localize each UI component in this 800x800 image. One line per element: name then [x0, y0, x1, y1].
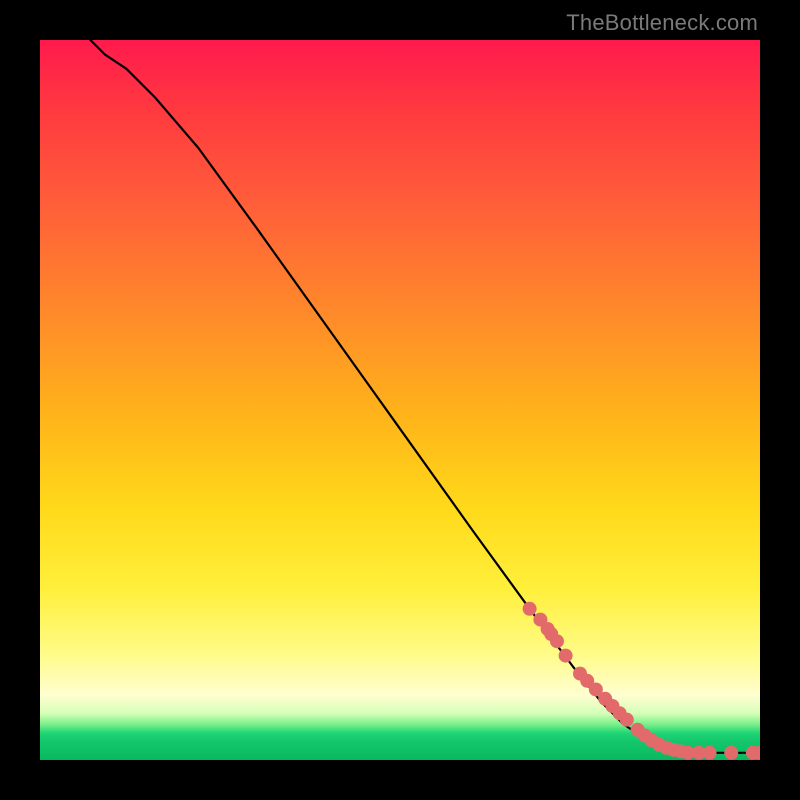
curve-line [90, 40, 760, 753]
marker-point [724, 746, 738, 760]
marker-point [620, 713, 634, 727]
plot-area [40, 40, 760, 760]
marker-point [523, 602, 537, 616]
marker-point [559, 649, 573, 663]
watermark-text: TheBottleneck.com [566, 10, 758, 36]
marker-point [703, 746, 717, 760]
chart-frame: TheBottleneck.com [0, 0, 800, 800]
marker-points [523, 602, 760, 760]
curve-path [90, 40, 760, 753]
marker-point [550, 634, 564, 648]
chart-svg-layer [40, 40, 760, 760]
